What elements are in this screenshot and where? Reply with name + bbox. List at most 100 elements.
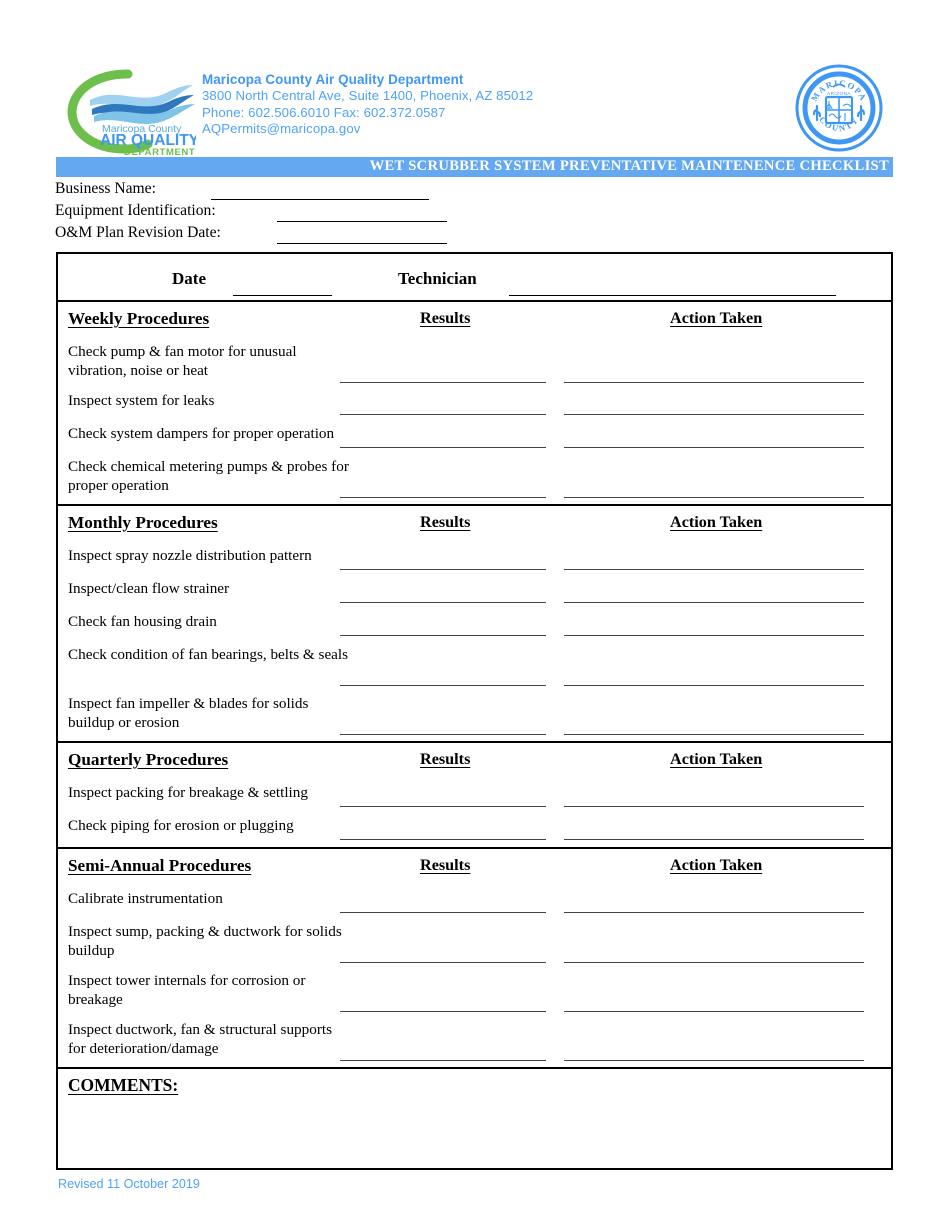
section-title: Weekly Procedures bbox=[68, 309, 210, 328]
column-heading-results: Results bbox=[420, 856, 471, 874]
procedure-text: Inspect/clean flow strainer bbox=[68, 580, 230, 597]
action-taken-input-rule[interactable] bbox=[564, 569, 864, 570]
business-name-input-rule[interactable] bbox=[211, 199, 429, 200]
procedure-text: Inspect sump, packing & ductwork for sol… bbox=[68, 923, 342, 959]
action-taken-input-rule[interactable] bbox=[564, 602, 864, 603]
comments-input-area[interactable] bbox=[64, 1105, 885, 1165]
action-taken-input-rule[interactable] bbox=[564, 1011, 864, 1012]
technician-input-rule[interactable] bbox=[509, 295, 836, 296]
logo-graphic: Maricopa County AIR QUALITY DEPARTMENT bbox=[67, 69, 196, 156]
section-weekly-procedures: Weekly Procedures Results Action Taken Chec… bbox=[58, 300, 891, 504]
results-input-rule[interactable] bbox=[340, 839, 546, 840]
business-name-field[interactable]: Business Name: bbox=[55, 180, 505, 202]
om-plan-revision-date-input-rule[interactable] bbox=[277, 243, 447, 244]
procedure-row: Check system dampers for proper operatio… bbox=[58, 422, 891, 455]
procedure-row: Check fan housing drain bbox=[58, 610, 891, 643]
om-plan-revision-date-field[interactable]: O&M Plan Revision Date: bbox=[55, 224, 505, 246]
department-phone-fax: Phone: 602.506.6010 Fax: 602.372.0587 bbox=[202, 104, 446, 120]
procedure-text: Check chemical metering pumps & probes f… bbox=[68, 458, 349, 494]
results-input-rule[interactable] bbox=[340, 447, 546, 448]
results-input-rule[interactable] bbox=[340, 497, 546, 498]
equipment-identification-input-rule[interactable] bbox=[277, 221, 447, 222]
procedure-text: Check system dampers for proper operatio… bbox=[68, 425, 335, 442]
action-taken-input-rule[interactable] bbox=[564, 912, 864, 913]
column-heading-action-taken: Action Taken bbox=[670, 309, 763, 327]
action-taken-input-rule[interactable] bbox=[564, 497, 864, 498]
section-monthly-procedures: Monthly Procedures Results Action Taken Ins… bbox=[58, 504, 891, 741]
procedure-row: Inspect packing for breakage & settling bbox=[58, 781, 891, 814]
action-taken-input-rule[interactable] bbox=[564, 734, 864, 735]
results-input-rule[interactable] bbox=[340, 734, 546, 735]
seal-inner-text: ARIZONA bbox=[827, 91, 851, 96]
procedure-row: Check piping for erosion or plugging bbox=[58, 814, 891, 847]
technician-label: Technician bbox=[398, 269, 477, 288]
action-taken-input-rule[interactable] bbox=[564, 414, 864, 415]
section-header: Monthly Procedures Results Action Taken bbox=[58, 504, 891, 544]
equipment-identification-field[interactable]: Equipment Identification: bbox=[55, 202, 505, 224]
procedure-text: Inspect fan impeller & blades for solids… bbox=[68, 695, 309, 731]
results-input-rule[interactable] bbox=[340, 569, 546, 570]
procedure-text: Inspect ductwork, fan & structural suppo… bbox=[68, 1021, 333, 1057]
section-title: Monthly Procedures bbox=[68, 513, 218, 532]
procedure-row: Check chemical metering pumps & probes f… bbox=[58, 455, 891, 504]
results-input-rule[interactable] bbox=[340, 602, 546, 603]
form-title-banner: WET SCRUBBER SYSTEM PREVENTATIVE MAINTEN… bbox=[56, 157, 893, 177]
section-header: Weekly Procedures Results Action Taken bbox=[58, 300, 891, 340]
procedure-row: Calibrate instrumentation bbox=[58, 887, 891, 920]
section-quarterly-procedures: Quarterly Procedures Results Action Taken I… bbox=[58, 741, 891, 847]
procedure-text: Check pump & fan motor for unusual vibra… bbox=[68, 343, 297, 379]
form-title: WET SCRUBBER SYSTEM PREVENTATIVE MAINTEN… bbox=[369, 158, 889, 174]
procedure-text: Inspect spray nozzle distribution patter… bbox=[68, 547, 312, 564]
results-input-rule[interactable] bbox=[340, 685, 546, 686]
procedure-text: Check fan housing drain bbox=[68, 613, 217, 630]
section-header: Quarterly Procedures Results Action Taken bbox=[58, 741, 891, 781]
equipment-identification-label: Equipment Identification: bbox=[55, 202, 216, 219]
seal-graphic: MARICOPA COUNTY ARIZONA bbox=[795, 64, 883, 152]
letterhead: Maricopa County AIR QUALITY DEPARTMENT M… bbox=[0, 0, 950, 156]
action-taken-input-rule[interactable] bbox=[564, 447, 864, 448]
action-taken-input-rule[interactable] bbox=[564, 382, 864, 383]
department-name: Maricopa County Air Quality Department bbox=[202, 72, 464, 87]
column-heading-action-taken: Action Taken bbox=[670, 750, 763, 768]
procedure-row: Check pump & fan motor for unusual vibra… bbox=[58, 340, 891, 389]
revision-footer: Revised 11 October 2019 bbox=[58, 1177, 200, 1191]
action-taken-input-rule[interactable] bbox=[564, 635, 864, 636]
column-heading-action-taken: Action Taken bbox=[670, 856, 763, 874]
results-input-rule[interactable] bbox=[340, 806, 546, 807]
results-input-rule[interactable] bbox=[340, 912, 546, 913]
procedure-row: Inspect sump, packing & ductwork for sol… bbox=[58, 920, 891, 969]
comments-divider bbox=[58, 1067, 891, 1069]
procedure-text: Check piping for erosion or plugging bbox=[68, 817, 294, 834]
section-semi-annual-procedures: Semi-Annual Procedures Results Action Take… bbox=[58, 847, 891, 1067]
results-input-rule[interactable] bbox=[340, 635, 546, 636]
agency-contact-block: Maricopa County Air Quality Department 3… bbox=[202, 72, 533, 138]
procedure-text: Inspect tower internals for corrosion or… bbox=[68, 972, 306, 1008]
results-input-rule[interactable] bbox=[340, 1060, 546, 1061]
procedure-row: Check condition of fan bearings, belts &… bbox=[58, 643, 891, 692]
procedure-row: Inspect/clean flow strainer bbox=[58, 577, 891, 610]
action-taken-input-rule[interactable] bbox=[564, 839, 864, 840]
date-label: Date bbox=[172, 269, 206, 288]
action-taken-input-rule[interactable] bbox=[564, 962, 864, 963]
column-heading-action-taken: Action Taken bbox=[670, 513, 763, 531]
procedure-row: Inspect fan impeller & blades for solids… bbox=[58, 692, 891, 741]
maricopa-county-seal: MARICOPA COUNTY ARIZONA bbox=[795, 64, 883, 152]
section-header: Semi-Annual Procedures Results Action Take… bbox=[58, 847, 891, 887]
column-heading-results: Results bbox=[420, 750, 471, 768]
date-input-rule[interactable] bbox=[233, 295, 332, 296]
results-input-rule[interactable] bbox=[340, 382, 546, 383]
department-address: 3800 North Central Ave, Suite 1400, Phoe… bbox=[202, 88, 534, 104]
results-input-rule[interactable] bbox=[340, 414, 546, 415]
results-input-rule[interactable] bbox=[340, 962, 546, 963]
section-title: Quarterly Procedures bbox=[68, 750, 229, 769]
procedure-text: Inspect packing for breakage & settling bbox=[68, 784, 308, 801]
action-taken-input-rule[interactable] bbox=[564, 685, 864, 686]
comments-label: COMMENTS: bbox=[68, 1075, 179, 1095]
om-plan-revision-date-label: O&M Plan Revision Date: bbox=[55, 224, 221, 241]
procedure-text: Calibrate instrumentation bbox=[68, 890, 223, 907]
action-taken-input-rule[interactable] bbox=[564, 806, 864, 807]
identification-block: Business Name: Equipment Identification:… bbox=[55, 180, 505, 246]
results-input-rule[interactable] bbox=[340, 1011, 546, 1012]
action-taken-input-rule[interactable] bbox=[564, 1060, 864, 1061]
procedure-row: Inspect spray nozzle distribution patter… bbox=[58, 544, 891, 577]
